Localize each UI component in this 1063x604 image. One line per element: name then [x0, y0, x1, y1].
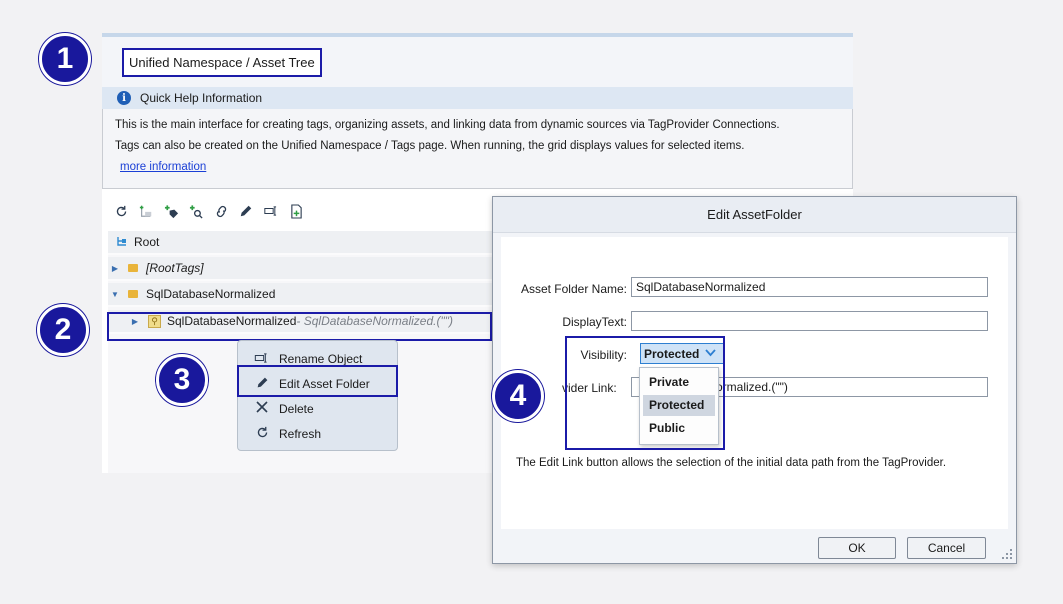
- quick-help-line-2: Tags can also be created on the Unified …: [115, 140, 745, 152]
- asset-folder-name-label: Asset Folder Name:: [520, 282, 627, 296]
- info-icon: i: [117, 91, 131, 105]
- quick-help-body: This is the main interface for creating …: [102, 109, 853, 189]
- refresh-icon[interactable]: [112, 202, 130, 220]
- tree-toolbar: [112, 202, 305, 220]
- tree-item-label: Root: [134, 235, 160, 249]
- folder-icon: [128, 264, 138, 272]
- tree-item-label: SqlDatabaseNormalized: [146, 287, 276, 301]
- tree-item-sql-folder[interactable]: ▼ SqlDatabaseNormalized: [108, 283, 493, 307]
- quick-help-line-1: This is the main interface for creating …: [115, 119, 780, 131]
- dialog-help-text: The Edit Link button allows the selectio…: [516, 457, 947, 469]
- asset-folder-name-input[interactable]: [631, 277, 988, 297]
- step-badge-2: 2: [37, 304, 89, 356]
- page-title: Unified Namespace / Asset Tree: [122, 48, 322, 77]
- display-text-input[interactable]: [631, 311, 988, 331]
- menu-item-label: Rename Object: [279, 351, 363, 366]
- step-badge-4: 4: [492, 370, 544, 422]
- more-information-link[interactable]: more information: [120, 161, 206, 173]
- edit-icon[interactable]: [237, 202, 255, 220]
- quick-help-title: Quick Help Information: [140, 91, 263, 105]
- tree-item-label: [RootTags]: [146, 261, 204, 275]
- step-badge-1: 1: [39, 33, 91, 85]
- new-folder-icon[interactable]: [137, 202, 155, 220]
- add-link-icon[interactable]: [187, 202, 205, 220]
- quick-help-header[interactable]: i Quick Help Information: [102, 87, 853, 109]
- highlight-menu-item: [237, 365, 398, 397]
- menu-item-label: Delete: [279, 401, 314, 416]
- unlink-icon[interactable]: [212, 202, 230, 220]
- chevron-down-icon[interactable]: ▼: [108, 290, 122, 299]
- root-icon: [116, 235, 128, 250]
- step-badge-3: 3: [156, 354, 208, 406]
- new-document-icon[interactable]: [287, 202, 305, 220]
- refresh-icon: [252, 426, 272, 442]
- chevron-right-icon[interactable]: ▶: [108, 264, 122, 273]
- display-text-label: DisplayText:: [562, 315, 627, 329]
- folder-icon: [128, 290, 138, 298]
- tree-item-roottags[interactable]: ▶ [RootTags]: [108, 257, 493, 281]
- rename-icon: [252, 352, 272, 366]
- header-strip: Unified Namespace / Asset Tree: [102, 37, 853, 87]
- rename-icon[interactable]: [262, 202, 280, 220]
- resize-grip-icon[interactable]: [1000, 547, 1014, 561]
- menu-item-delete[interactable]: Delete: [238, 396, 397, 421]
- dialog-title: Edit AssetFolder: [493, 197, 1016, 233]
- close-icon: [252, 401, 272, 416]
- add-tag-icon[interactable]: [162, 202, 180, 220]
- menu-item-refresh[interactable]: Refresh: [238, 421, 397, 446]
- ok-button[interactable]: OK: [818, 537, 896, 559]
- highlight-visibility: [565, 336, 725, 450]
- tree-item-root[interactable]: Root: [108, 231, 493, 255]
- cancel-button[interactable]: Cancel: [907, 537, 986, 559]
- highlight-tree-item: [107, 312, 492, 341]
- menu-item-label: Refresh: [279, 426, 322, 441]
